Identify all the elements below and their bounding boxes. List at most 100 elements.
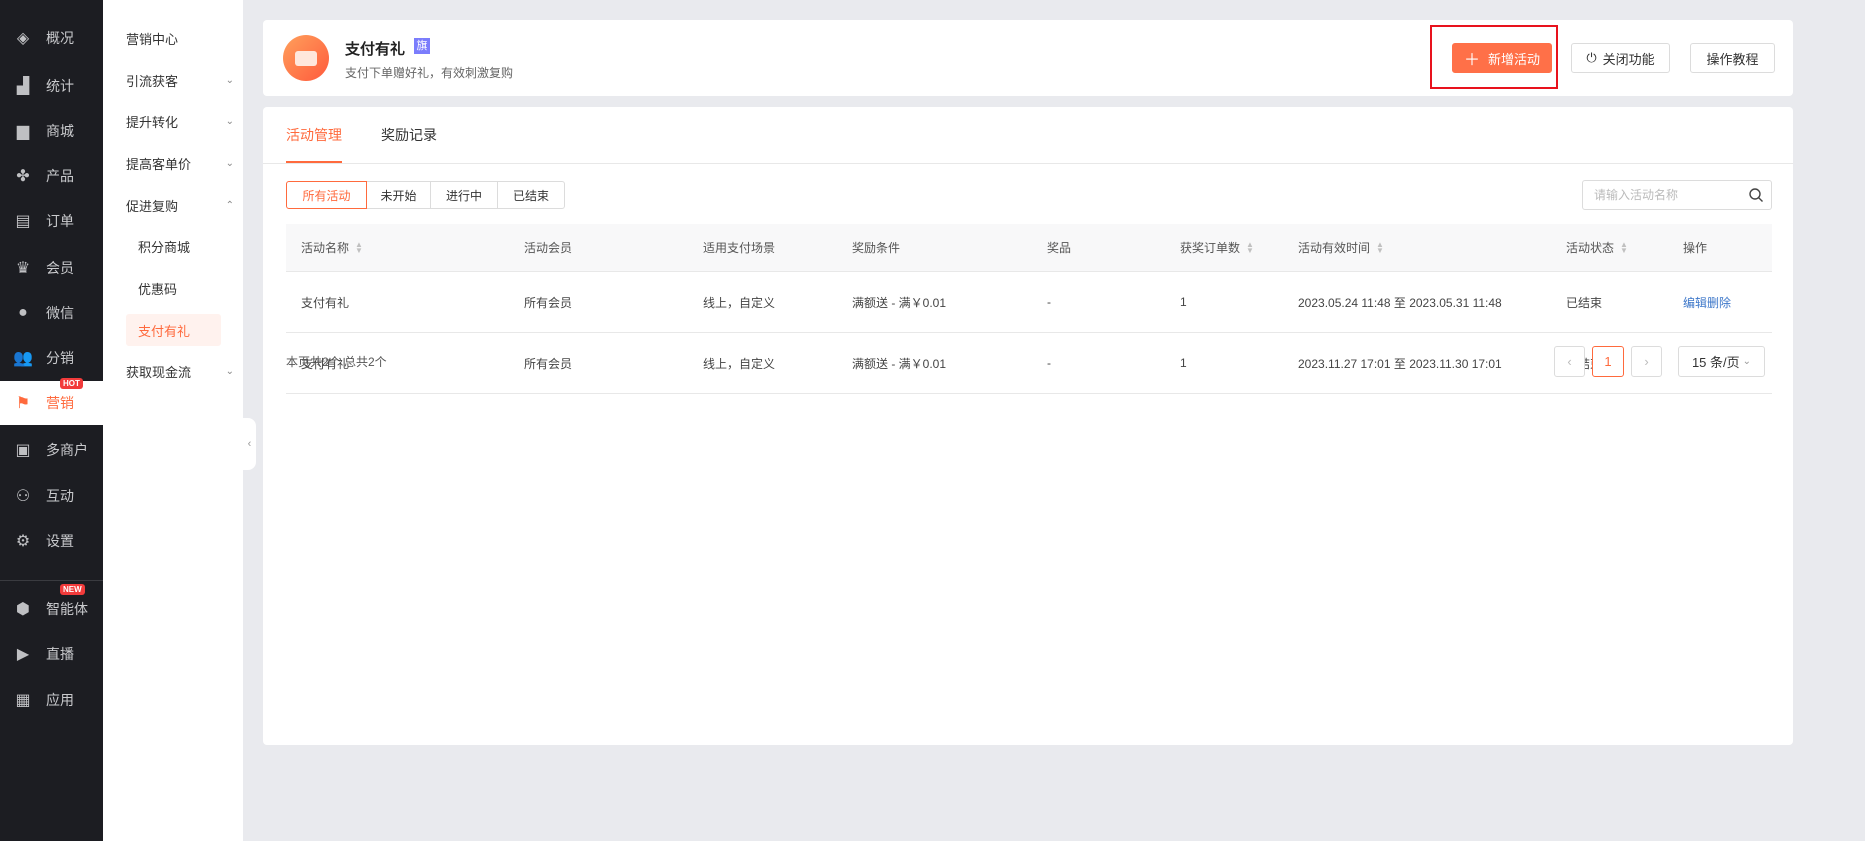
disable-feature-button[interactable]: ⏻ 关闭功能 bbox=[1571, 43, 1670, 73]
sidebar-item-label: 应用 bbox=[46, 692, 74, 708]
crown-icon: ♛ bbox=[15, 260, 31, 277]
sidebar-item-7[interactable]: 👥 分销 bbox=[0, 336, 103, 380]
sidebar-item-12[interactable]: ⬢ 智能体 NEW bbox=[0, 584, 103, 631]
column-header: 活动会员 bbox=[524, 241, 573, 255]
sidebar-item-2[interactable]: ▆ 商城 bbox=[0, 109, 103, 153]
add-activity-button[interactable]: ＋新增活动 bbox=[1452, 43, 1552, 73]
grid-clover-icon: ✤ bbox=[16, 168, 30, 185]
store-add-icon: ▣ bbox=[15, 442, 31, 459]
sort-icon[interactable]: ▲ ▼ bbox=[1246, 240, 1254, 254]
sidebar-item-5[interactable]: ♛ 会员 bbox=[0, 246, 103, 290]
sidebar-item-label: 多商户 bbox=[46, 442, 88, 458]
chevron-icon: ⌄ bbox=[225, 115, 234, 127]
sidebar-item-label: 商城 bbox=[46, 123, 74, 139]
sidebar-item-4[interactable]: ▤ 订单 bbox=[0, 199, 103, 243]
plus-icon: ＋ bbox=[1463, 52, 1480, 69]
filter-all[interactable]: 所有活动 bbox=[286, 181, 367, 209]
column-header[interactable]: 活动有效时间 ▲ ▼ bbox=[1298, 224, 1384, 271]
table-cell: 支付有礼 bbox=[301, 295, 350, 310]
table-row: 支付有礼 所有会员 线上，自定义 满额送 - 满￥0.01 - 1 2023.05.24 1… bbox=[286, 272, 1772, 333]
next-page-button[interactable]: › bbox=[1631, 346, 1662, 377]
flag-icon: ⚑ bbox=[15, 395, 31, 412]
table-cell: 所有会员 bbox=[524, 356, 573, 371]
subnav-item-5[interactable]: 积分商城 bbox=[126, 230, 221, 262]
chevron-down-icon: ⌄ bbox=[1742, 356, 1752, 367]
subnav-item-8[interactable]: 获取现金流 ⌄ bbox=[126, 355, 234, 387]
column-header[interactable]: 活动名称 ▲ ▼ bbox=[301, 224, 363, 271]
prev-page-button[interactable]: ‹ bbox=[1554, 346, 1585, 377]
sidebar-item-label: 微信 bbox=[46, 305, 74, 321]
subnav-item-2[interactable]: 提升转化 ⌄ bbox=[126, 105, 234, 137]
tab-activity-management[interactable]: 活动管理 bbox=[286, 107, 342, 163]
sidebar-divider bbox=[0, 580, 103, 581]
tutorial-button[interactable]: 操作教程 bbox=[1690, 43, 1775, 73]
subnav-item-4[interactable]: 促进复购 ⌃ bbox=[126, 189, 234, 221]
subnav-label: 营销中心 bbox=[126, 31, 179, 47]
table-cell: 线上，自定义 bbox=[703, 356, 776, 371]
users-icon: 👥 bbox=[13, 350, 33, 367]
table-cell: 2023.11.27 17:01 至 2023.11.30 17:01 bbox=[1298, 356, 1502, 371]
filter-ended[interactable]: 已结束 bbox=[497, 181, 565, 209]
shop-bag-icon: ▆ bbox=[16, 123, 30, 140]
table-cell: - bbox=[1047, 295, 1051, 309]
table-cell: 满额送 - 满￥0.01 bbox=[852, 356, 947, 371]
sidebar-item-3[interactable]: ✤ 产品 bbox=[0, 154, 103, 198]
subnav-item-0[interactable]: 营销中心 bbox=[126, 22, 226, 54]
sidebar-item-9[interactable]: ▣ 多商户 bbox=[0, 428, 103, 472]
page-1-button[interactable]: 1 bbox=[1592, 346, 1624, 377]
subnav-label: 优惠码 bbox=[138, 281, 178, 297]
table-cell: 满额送 - 满￥0.01 bbox=[852, 295, 947, 310]
edit-link[interactable]: 编辑 bbox=[1683, 294, 1707, 311]
delete-link[interactable]: 删除 bbox=[1707, 294, 1731, 311]
page-title: 支付有礼 bbox=[345, 41, 406, 58]
power-icon: ⏻ bbox=[1586, 50, 1597, 65]
page-summary: 本页共2个 总共2个 bbox=[286, 355, 387, 369]
search-icon[interactable] bbox=[1748, 187, 1764, 203]
chevron-icon: ⌄ bbox=[225, 157, 234, 169]
collapse-sidebar-button[interactable]: ‹ bbox=[243, 418, 256, 470]
tab-reward-records[interactable]: 奖励记录 bbox=[381, 107, 437, 163]
sidebar-item-8[interactable]: ⚑ 营销 HOT bbox=[0, 378, 103, 425]
subnav-item-7[interactable]: 支付有礼 bbox=[126, 314, 221, 346]
column-header[interactable]: 活动状态 ▲ ▼ bbox=[1566, 224, 1628, 271]
activity-table: 活动名称 ▲ ▼ 活动会员 适用支付场景 奖励条件 奖品 获奖订单数 ▲ ▼ 活动有效时间 ▲ ▼ 活动状… bbox=[286, 224, 1772, 394]
sort-icon[interactable]: ▲ ▼ bbox=[1376, 240, 1384, 254]
activity-search-input[interactable] bbox=[1582, 180, 1772, 210]
chevron-icon: ⌃ bbox=[225, 199, 234, 211]
layers-icon: ◈ bbox=[16, 30, 30, 47]
sidebar-item-11[interactable]: ⚙ 设置 bbox=[0, 519, 103, 563]
subnav-item-3[interactable]: 提高客单价 ⌄ bbox=[126, 147, 234, 179]
sidebar-item-10[interactable]: ⚇ 互动 bbox=[0, 474, 103, 518]
sidebar-badge: HOT bbox=[60, 378, 83, 389]
page-size-select[interactable]: 15 条/页 ⌄ bbox=[1678, 346, 1765, 377]
sort-icon[interactable]: ▲ ▼ bbox=[1620, 240, 1628, 254]
subnav-label: 支付有礼 bbox=[138, 323, 191, 339]
subnav-item-6[interactable]: 优惠码 bbox=[126, 272, 221, 304]
subnav-label: 提高客单价 bbox=[126, 156, 192, 172]
sidebar-item-0[interactable]: ◈ 概况 bbox=[0, 16, 103, 60]
sidebar-item-label: 设置 bbox=[46, 533, 74, 549]
subnav-label: 积分商城 bbox=[138, 239, 191, 255]
sidebar-item-label: 概况 bbox=[46, 30, 74, 46]
people-icon: ⚇ bbox=[15, 488, 31, 505]
sidebar-item-6[interactable]: ● 微信 bbox=[0, 291, 103, 335]
subnav-item-1[interactable]: 引流获客 ⌄ bbox=[126, 64, 234, 96]
sort-icon[interactable]: ▲ ▼ bbox=[355, 240, 363, 254]
sidebar-item-label: 直播 bbox=[46, 646, 74, 662]
subnav-label: 提升转化 bbox=[126, 114, 179, 130]
feature-header-card: 支付有礼 旗 支付下单赠好礼，有效刺激复购 ＋新增活动 ⏻ 关闭功能 操作教程 bbox=[263, 20, 1793, 96]
sidebar-item-13[interactable]: ▶ 直播 bbox=[0, 632, 103, 676]
column-header[interactable]: 获奖订单数 ▲ ▼ bbox=[1180, 224, 1254, 271]
activity-panel: 活动管理 奖励记录 所有活动 未开始 进行中 已结束 活动名称▲▼ 活动会员 适用支… bbox=[263, 107, 1793, 745]
filter-not-started[interactable]: 未开始 bbox=[366, 181, 431, 209]
sidebar-item-1[interactable]: ▟ 统计 bbox=[0, 64, 103, 108]
table-cell: - bbox=[1047, 356, 1051, 370]
filter-in-progress[interactable]: 进行中 bbox=[430, 181, 498, 209]
column-header: 适用支付场景 bbox=[703, 241, 776, 255]
sidebar-item-label: 分销 bbox=[46, 350, 74, 366]
sidebar-item-14[interactable]: ▦ 应用 bbox=[0, 678, 103, 722]
table-cell: 1 bbox=[1180, 295, 1187, 309]
page-subtitle: 支付下单赠好礼，有效刺激复购 bbox=[345, 66, 514, 80]
table-cell: 线上，自定义 bbox=[703, 295, 776, 310]
sub-sidebar: 营销中心引流获客 ⌄ 提升转化 ⌄ 提高客单价 ⌄ 促进复购 ⌃ 积分商城优惠码支付有礼获取现金… bbox=[103, 0, 243, 841]
